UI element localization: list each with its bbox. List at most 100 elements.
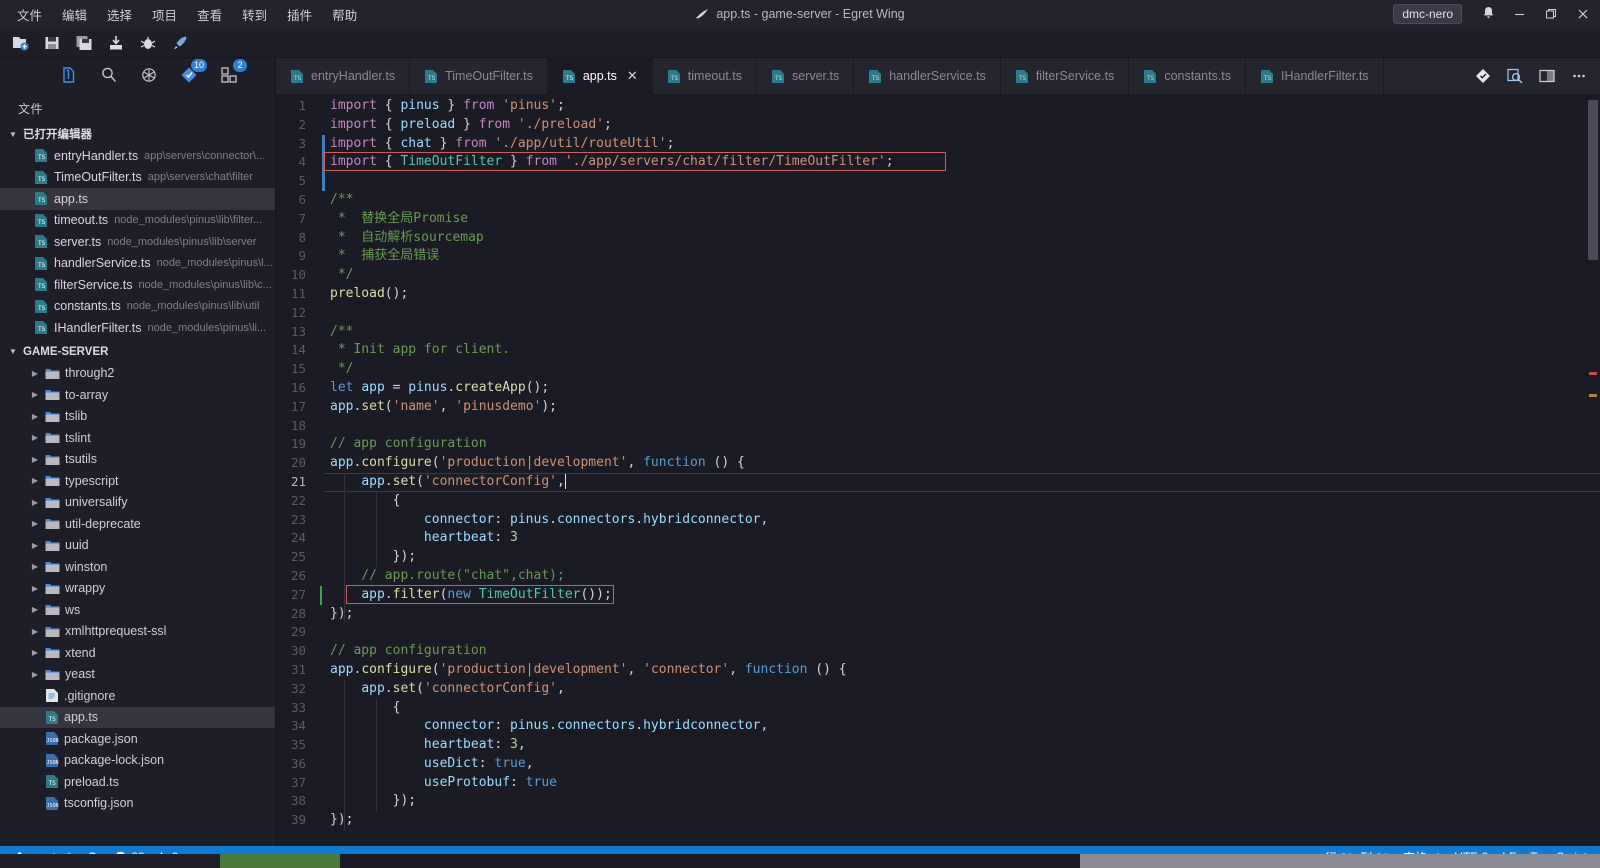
tree-folder-row[interactable]: ▶ winston [0,556,275,578]
editor-vertical-scrollbar[interactable] [1586,94,1600,846]
chevron-right-icon[interactable]: ▶ [30,605,40,614]
code-line[interactable]: 3 import { chat } from './app/util/routeU… [276,135,1600,154]
code-line[interactable]: 25 }); [276,548,1600,567]
code-line[interactable]: 24 heartbeat: 3 [276,529,1600,548]
code-line[interactable]: 10 */ [276,266,1600,285]
open-editor-row[interactable]: TS handlerService.ts node_modules\pinus\… [0,253,275,275]
code-line[interactable]: 21 app.set('connectorConfig', [276,472,1600,492]
code-line[interactable]: 18 [276,417,1600,436]
code-line[interactable]: 7 * 替换全局Promise [276,210,1600,229]
code-line[interactable]: 19 // app configuration [276,435,1600,454]
chevron-right-icon[interactable]: ▶ [30,670,40,679]
chevron-right-icon[interactable]: ▶ [30,390,40,399]
tree-file-row[interactable]: JSON package.json [0,728,275,750]
chevron-right-icon[interactable]: ▶ [30,455,40,464]
code-line[interactable]: 22 { [276,492,1600,511]
tab-TimeOutFilter[interactable]: TS TimeOutFilter.ts [410,58,548,94]
code-line[interactable]: 15 */ [276,360,1600,379]
tree-file-row[interactable]: JSON package-lock.json [0,750,275,772]
tab-IHandlerFilter[interactable]: TS IHandlerFilter.ts [1246,58,1384,94]
new-file-icon[interactable] [10,33,30,53]
tree-folder-row[interactable]: ▶ tsutils [0,449,275,471]
open-editors-header[interactable]: ▼ 已打开编辑器 [0,123,275,145]
menu-item-project[interactable]: 项目 [143,1,186,28]
chevron-right-icon[interactable]: ▶ [30,648,40,657]
tab-filterService[interactable]: TS filterService.ts [1000,58,1130,94]
project-header[interactable]: ▼ GAME-SERVER [0,340,275,363]
tree-folder-row[interactable]: ▶ wrappy [0,578,275,600]
tree-folder-row[interactable]: ▶ tslib [0,406,275,428]
code-line[interactable]: 6 /** [276,191,1600,210]
explorer-icon[interactable] [58,64,80,86]
source-control-icon[interactable]: 10 [178,59,207,86]
code-line[interactable]: 23 connector: pinus.connectors.hybridcon… [276,511,1600,530]
code-line[interactable]: 35 heartbeat: 3, [276,736,1600,755]
menu-item-edit[interactable]: 编辑 [53,1,96,28]
code-line[interactable]: 37 useProtobuf: true [276,774,1600,793]
chevron-right-icon[interactable]: ▶ [30,476,40,485]
tree-folder-row[interactable]: ▶ xmlhttprequest-ssl [0,621,275,643]
chevron-right-icon[interactable]: ▶ [30,433,40,442]
chevron-right-icon[interactable]: ▶ [30,584,40,593]
chevron-right-icon[interactable]: ▶ [30,562,40,571]
code-line[interactable]: 27 app.filter(new TimeOutFilter()); [276,586,1600,605]
chevron-right-icon[interactable]: ▶ [30,519,40,528]
import-icon[interactable] [106,33,126,53]
tree-file-row[interactable]: TS app.ts [0,706,275,728]
menu-item-goto[interactable]: 转到 [233,1,276,28]
save-icon[interactable] [42,33,62,53]
open-editor-row[interactable]: TS filterService.ts node_modules\pinus\l… [0,274,275,296]
code-line[interactable]: 14 * Init app for client. [276,341,1600,360]
tree-folder-row[interactable]: ▶ tslint [0,427,275,449]
code-line[interactable]: 11 preload(); [276,285,1600,304]
tree-folder-row[interactable]: ▶ util-deprecate [0,513,275,535]
extensions-icon[interactable]: 2 [218,59,247,86]
source-control-icon[interactable] [1474,67,1492,85]
code-line[interactable]: 34 connector: pinus.connectors.hybridcon… [276,717,1600,736]
code-editor[interactable]: 1 import { pinus } from 'pinus'; 2 import {… [276,94,1600,846]
chevron-right-icon[interactable]: ▶ [30,412,40,421]
tree-folder-row[interactable]: ▶ to-array [0,384,275,406]
chevron-right-icon[interactable]: ▶ [30,369,40,378]
menu-item-select[interactable]: 选择 [98,1,141,28]
open-editor-row[interactable]: TS constants.ts node_modules\pinus\lib\u… [0,296,275,318]
menu-item-plugins[interactable]: 插件 [278,1,321,28]
open-editor-row[interactable]: TS TimeOutFilter.ts app\servers\chat\fil… [0,167,275,189]
tree-file-row[interactable]: JSON tsconfig.json [0,793,275,815]
open-editor-row-selected[interactable]: TS app.ts [0,188,275,210]
run-icon[interactable] [170,33,190,53]
code-line[interactable]: 29 [276,623,1600,642]
tab-timeout[interactable]: TS timeout.ts [652,58,757,94]
tab-app-active[interactable]: TS app.ts ✕ [547,58,653,94]
code-lines[interactable]: 1 import { pinus } from 'pinus'; 2 import {… [276,94,1600,846]
menu-item-help[interactable]: 帮助 [323,1,366,28]
tree-folder-row[interactable]: ▶ ws [0,599,275,621]
tab-server[interactable]: TS server.ts [756,58,855,94]
code-line[interactable]: 31 app.configure('production|development'… [276,661,1600,680]
window-close-button[interactable] [1568,0,1598,28]
save-all-icon[interactable] [74,33,94,53]
tree-folder-row[interactable]: ▶ xtend [0,642,275,664]
tree-file-row[interactable]: .gitignore [0,685,275,707]
preview-icon[interactable] [1506,67,1524,85]
notifications-bell-icon[interactable] [1474,6,1502,23]
user-account-chip[interactable]: dmc-nero [1393,4,1462,24]
tree-folder-row[interactable]: ▶ typescript [0,470,275,492]
tree-folder-row[interactable]: ▶ uuid [0,535,275,557]
tree-folder-row[interactable]: ▶ yeast [0,664,275,686]
chevron-right-icon[interactable]: ▶ [30,627,40,636]
debug-icon[interactable] [138,33,158,53]
code-line[interactable]: 30 // app configuration [276,642,1600,661]
code-line[interactable]: 5 [276,172,1600,191]
editor-scrollbar-thumb[interactable] [1588,100,1598,260]
code-line[interactable]: 9 * 捕获全局错误 [276,247,1600,266]
code-line[interactable]: 28}); [276,605,1600,624]
open-editor-row[interactable]: TS timeout.ts node_modules\pinus\lib\fil… [0,210,275,232]
code-line[interactable]: 20 app.configure('production|development'… [276,454,1600,473]
code-line[interactable]: 17 app.set('name', 'pinusdemo'); [276,398,1600,417]
window-minimize-button[interactable] [1504,0,1534,28]
code-line[interactable]: 38 }); [276,792,1600,811]
open-editor-row[interactable]: TS server.ts node_modules\pinus\lib\serv… [0,231,275,253]
menu-item-file[interactable]: 文件 [8,1,51,28]
tree-folder-row[interactable]: ▶ through2 [0,363,275,385]
